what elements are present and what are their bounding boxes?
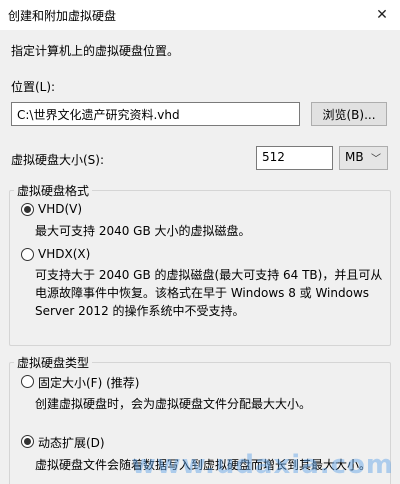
size-unit-select[interactable]: MB ﹀	[339, 146, 388, 170]
vhd-label[interactable]: VHD(V)	[38, 202, 82, 216]
vhd-description: 最大可支持 2040 GB 大小的虚拟磁盘。	[35, 224, 251, 238]
vhdx-radio[interactable]	[21, 248, 34, 261]
type-group-title: 虚拟硬盘类型	[14, 354, 93, 371]
dynamic-radio[interactable]	[21, 435, 34, 448]
size-label: 虚拟硬盘大小(S):	[11, 153, 105, 167]
location-label: 位置(L):	[11, 80, 56, 94]
format-group-title: 虚拟硬盘格式	[14, 182, 93, 199]
intro-text: 指定计算机上的虚拟硬盘位置。	[11, 44, 180, 58]
browse-button[interactable]: 浏览(B)...	[311, 102, 387, 126]
window-title: 创建和附加虚拟硬盘	[8, 9, 117, 23]
dynamic-label[interactable]: 动态扩展(D)	[38, 434, 105, 451]
size-input[interactable]: 512	[256, 146, 333, 170]
vhdx-description: 可支持大于 2040 GB 的虚拟磁盘(最大可支持 64 TB)，并且可从电源故…	[35, 268, 383, 318]
size-unit-value: MB	[345, 150, 364, 164]
location-input[interactable]: C:\世界文化遗产研究资料.vhd	[11, 102, 300, 126]
fixed-size-label[interactable]: 固定大小(F) (推荐)	[38, 374, 139, 391]
close-icon: ✕	[376, 7, 388, 23]
fixed-size-radio[interactable]	[21, 375, 34, 388]
vhd-radio[interactable]	[21, 203, 34, 216]
fixed-size-description: 创建虚拟硬盘时，会为虚拟硬盘文件分配最大大小。	[35, 397, 312, 411]
dialog-content: 指定计算机上的虚拟硬盘位置。 位置(L): C:\世界文化遗产研究资料.vhd …	[0, 30, 400, 484]
chevron-down-icon: ﹀	[371, 154, 381, 165]
title-bar: 创建和附加虚拟硬盘 ✕	[0, 0, 400, 30]
close-button[interactable]: ✕	[364, 0, 400, 30]
site-watermark: www.udaxia.com	[131, 450, 394, 480]
vhdx-label[interactable]: VHDX(X)	[38, 247, 90, 261]
